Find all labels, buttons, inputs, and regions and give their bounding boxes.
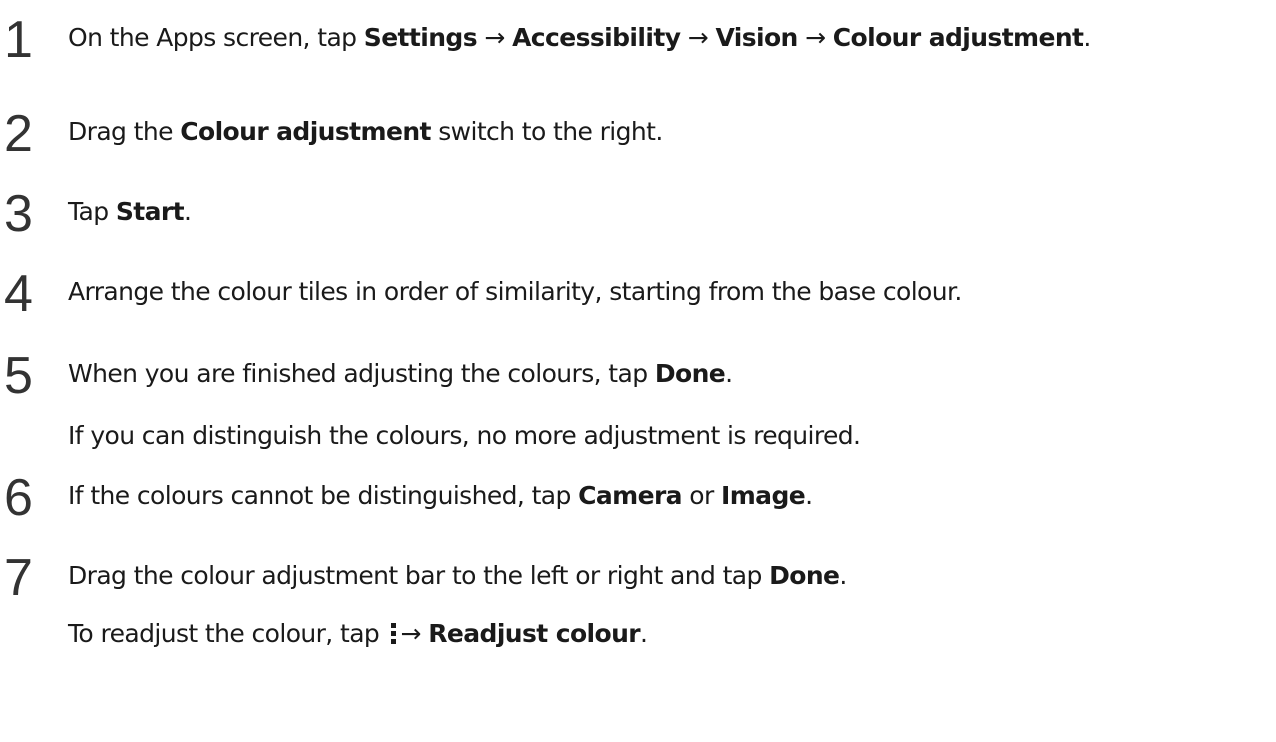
ui-term: Colour adjustment <box>832 23 1084 52</box>
instruction-text: switch to the right. <box>430 117 663 146</box>
step-text-line: When you are finished adjusting the colo… <box>68 359 733 389</box>
instruction-text: . <box>839 561 847 590</box>
ui-term: Accessibility <box>512 23 681 52</box>
step-number: 4 <box>4 265 33 323</box>
instruction-text: If the colours cannot be distinguished, … <box>68 481 579 510</box>
instruction-text: → <box>797 23 833 52</box>
instruction-text: Drag the colour adjustment bar to the le… <box>68 561 770 590</box>
instruction-text: or <box>681 481 722 510</box>
step-text-line: On the Apps screen, tap Settings → Acces… <box>68 23 1091 53</box>
instruction-text: → <box>477 23 513 52</box>
more-options-icon <box>389 621 399 645</box>
instruction-text: When you are finished adjusting the colo… <box>68 359 655 388</box>
ui-term: Settings <box>363 23 478 52</box>
instruction-text: . <box>1083 23 1091 52</box>
ui-term: Done <box>654 359 726 388</box>
instruction-text: . <box>805 481 813 510</box>
instruction-text: . <box>183 197 192 226</box>
ui-term: Done <box>769 561 840 590</box>
ui-term: Camera <box>578 481 682 510</box>
ui-term: Colour adjustment <box>180 117 431 146</box>
step-text-line: Tap Start. <box>68 197 192 227</box>
step-number: 2 <box>4 105 33 163</box>
instruction-text: To readjust the colour, tap <box>68 619 387 648</box>
instruction-text: If you can distinguish the colours, no m… <box>68 421 861 450</box>
step-text-line: If the colours cannot be distinguished, … <box>68 481 813 511</box>
step-number: 1 <box>4 11 33 69</box>
step-number: 3 <box>4 185 33 243</box>
instruction-text: Arrange the colour tiles in order of sim… <box>68 277 962 306</box>
instruction-text: Drag the <box>68 117 181 146</box>
ui-term: Readjust colour <box>428 619 640 648</box>
instruction-text: → <box>680 23 716 52</box>
ui-term: Vision <box>715 23 798 52</box>
step-text-line: Drag the Colour adjustment switch to the… <box>68 117 663 147</box>
instruction-text: . <box>640 619 648 648</box>
ui-term: Image <box>721 481 806 510</box>
step-number: 6 <box>4 469 33 527</box>
instruction-text: Tap <box>68 197 116 226</box>
step-text-line: Drag the colour adjustment bar to the le… <box>68 561 847 591</box>
instruction-text: → <box>400 619 429 648</box>
step-text-line: To readjust the colour, tap → Readjust c… <box>68 619 648 649</box>
step-text-line: Arrange the colour tiles in order of sim… <box>68 277 962 307</box>
step-number: 5 <box>4 347 33 405</box>
step-text-line: If you can distinguish the colours, no m… <box>68 421 861 451</box>
step-number: 7 <box>4 549 33 607</box>
ui-term: Start <box>115 197 185 226</box>
instruction-text: On the Apps screen, tap <box>68 23 364 52</box>
instruction-text: . <box>725 359 733 388</box>
